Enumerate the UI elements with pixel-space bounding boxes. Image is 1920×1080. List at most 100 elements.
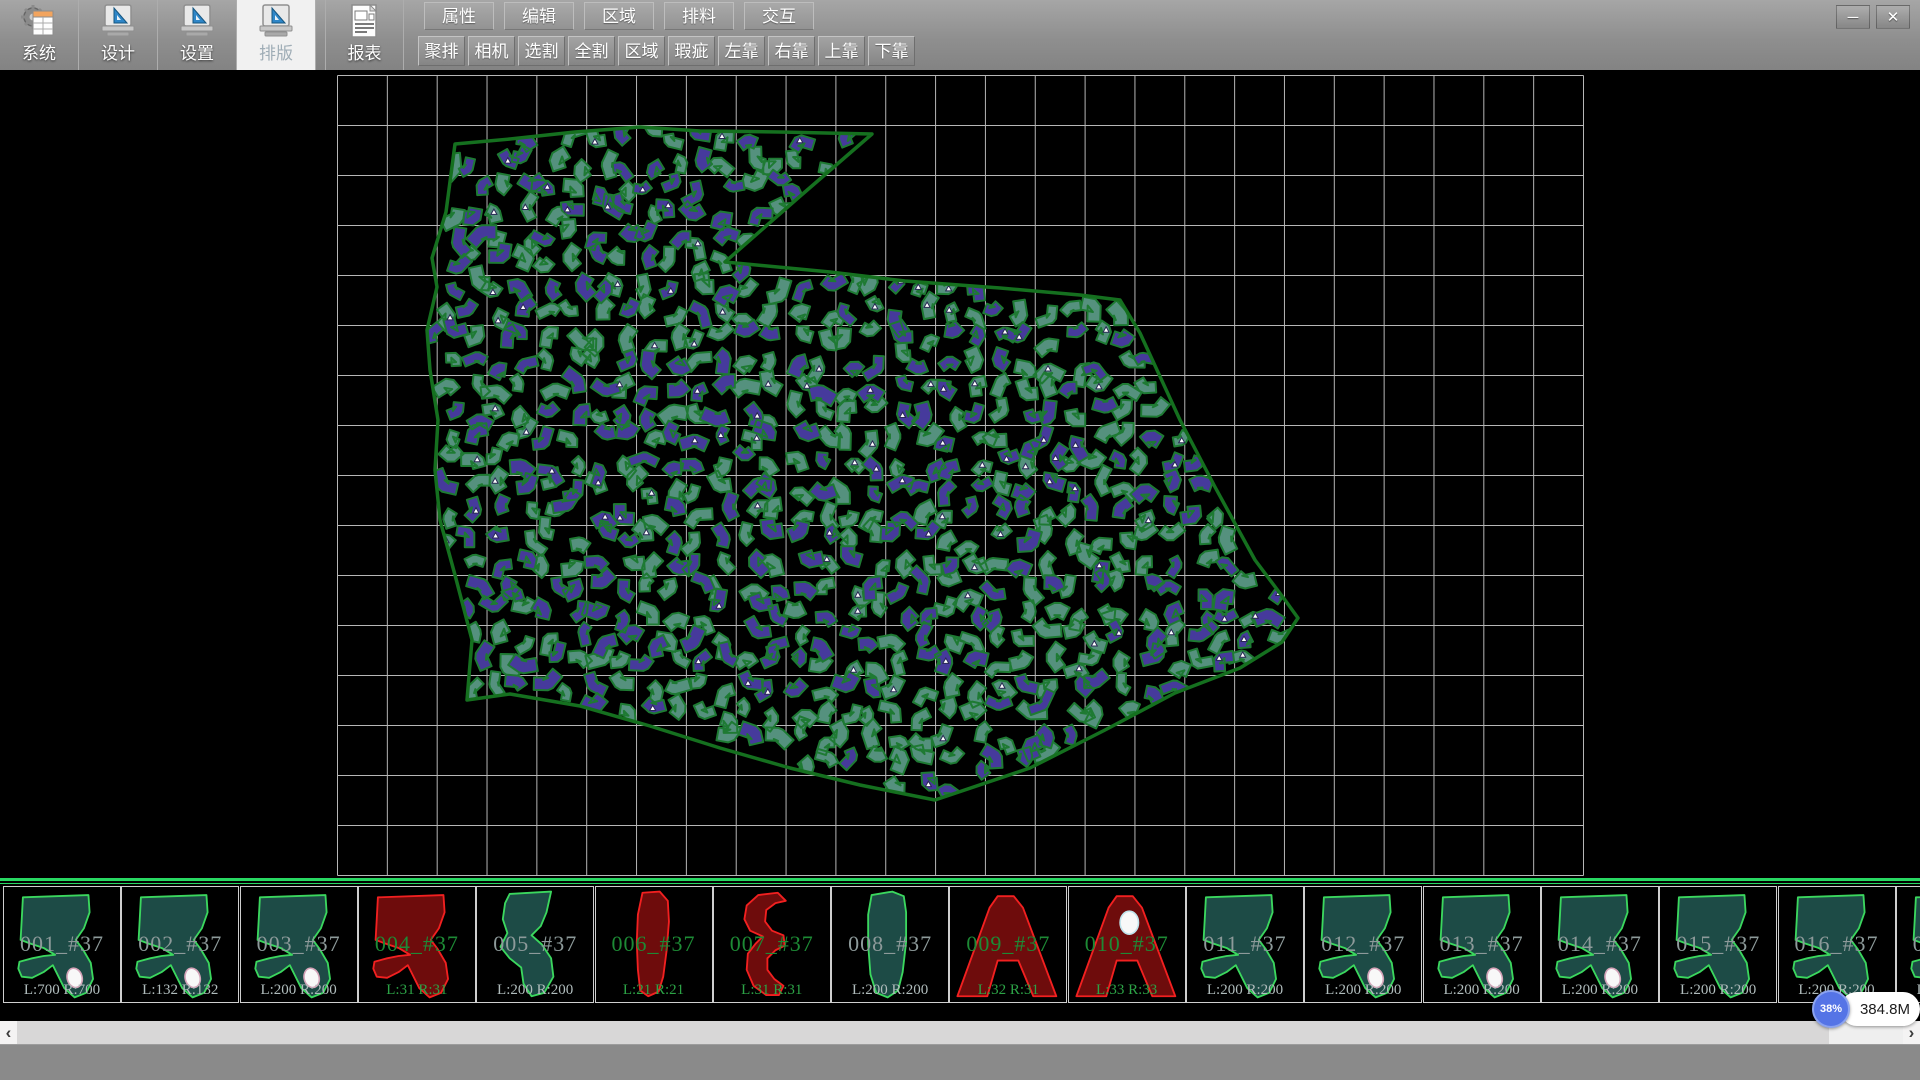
tab-nesting[interactable]: 排版 (237, 0, 316, 70)
progress-percent: 38% (1820, 1003, 1842, 1015)
menu-item[interactable]: 交互 (744, 2, 814, 30)
tab-report[interactable]: 报表 (325, 0, 404, 70)
piece-thumbnail[interactable]: 016_#37L:200 R:200 (1778, 886, 1896, 1003)
piece-lr-label: L:200 R:200 (1187, 982, 1303, 999)
tool-button[interactable]: 区域 (618, 36, 665, 66)
memory-pill: 384.8M (1840, 992, 1920, 1026)
strip-top-line-2 (0, 883, 1920, 884)
piece-thumbnail[interactable]: 015_#37 L:200 R:200 (1659, 886, 1777, 1003)
piece-label: 008_#37 (832, 931, 948, 957)
tool-button[interactable]: 全割 (568, 36, 615, 66)
memory-label: 384.8M (1860, 1001, 1910, 1018)
piece-label: 001_#37 (4, 931, 120, 957)
main-tabs: 系统 设计 设置 排版 报表 (0, 0, 404, 70)
horizontal-scrollbar[interactable]: ‹ › (0, 1021, 1920, 1044)
piece-lr-label: L:200 R:200 (1660, 982, 1776, 999)
piece-label: 010_#37 (1069, 931, 1185, 957)
piece-label: 012_#37 (1305, 931, 1421, 957)
piece-lr-label: L:200 R:200 (1424, 982, 1540, 999)
tab-label: 排版 (259, 42, 293, 66)
menu-bar: 属性编辑区域排料交互 (424, 2, 824, 31)
piece-thumbnail[interactable]: 014_#37 L:200 R:200 (1541, 886, 1659, 1003)
piece-thumbnail[interactable]: 013_#37 L:200 R:200 (1423, 886, 1541, 1003)
progress-circle: 38% (1812, 990, 1850, 1028)
piece-thumbnail[interactable]: 009_#37 L:32 R:31 (949, 886, 1067, 1003)
piece-lr-label: L:32 R:31 (950, 982, 1066, 999)
status-bar (0, 1044, 1920, 1080)
toolbar: 系统 设计 设置 排版 报表 属性编辑区域排料交互 聚排相机选割全割区域瑕疵左靠… (0, 0, 1920, 71)
piece-lr-label: L:200 R:200 (832, 982, 948, 999)
menu-item[interactable]: 排料 (664, 2, 734, 30)
piece-thumbnail[interactable]: 003_#37 L:200 R:200 (240, 886, 358, 1003)
nesting-canvas[interactable] (0, 70, 1920, 878)
nesting-canvas-svg (0, 70, 1920, 878)
piece-thumbnail[interactable]: 005_#37L:200 R:200 (476, 886, 594, 1003)
design-icon (98, 2, 138, 42)
scrollbar-thumb[interactable] (17, 1021, 1829, 1044)
nesting-icon (256, 2, 296, 42)
tool-button[interactable]: 下靠 (868, 36, 915, 66)
piece-lr-label: L:200 R:200 (1305, 982, 1421, 999)
tab-system[interactable]: 系统 (0, 0, 79, 70)
tab-label: 设计 (101, 42, 135, 66)
piece-thumbnail[interactable]: 007_#37 L:31 R:31 (713, 886, 831, 1003)
piece-thumbnail[interactable]: 008_#37 L:200 R:200 (831, 886, 949, 1003)
piece-thumbnail[interactable]: 011_#37L:200 R:200 (1186, 886, 1304, 1003)
tool-button[interactable]: 聚排 (418, 36, 465, 66)
piece-lr-label: L:33 R:33 (1069, 982, 1185, 999)
piece-label: 009_#37 (950, 931, 1066, 957)
tool-button[interactable]: 相机 (468, 36, 515, 66)
tool-button[interactable]: 左靠 (718, 36, 765, 66)
piece-thumbnail[interactable]: 012_#37 L:200 R:200 (1304, 886, 1422, 1003)
tool-button[interactable]: 瑕疵 (668, 36, 715, 66)
piece-lr-label: L:200 R:200 (1542, 982, 1658, 999)
piece-label: 007_#37 (714, 931, 830, 957)
tab-design[interactable]: 设计 (79, 0, 158, 70)
tab-label: 报表 (348, 42, 382, 66)
report-icon (345, 2, 385, 42)
system-icon (19, 2, 59, 42)
menu-item[interactable]: 区域 (584, 2, 654, 30)
piece-lr-label: L:200 R:200 (241, 982, 357, 999)
minimize-button[interactable]: ─ (1836, 5, 1870, 29)
tool-button[interactable]: 选割 (518, 36, 565, 66)
tab-label: 设置 (180, 42, 214, 66)
piece-lr-label: L:31 R:31 (359, 982, 475, 999)
tab-label: 系统 (22, 42, 56, 66)
progress-indicator: 384.8M 38% (1812, 990, 1920, 1030)
piece-lr-label: L:21 R:21 (596, 982, 712, 999)
tool-buttons: 聚排相机选割全割区域瑕疵左靠右靠上靠下靠 (418, 36, 918, 67)
piece-label: 005_#37 (477, 931, 593, 957)
piece-thumbnail[interactable]: 002_#37 L:132 R:132 (121, 886, 239, 1003)
app-window: 系统 设计 设置 排版 报表 属性编辑区域排料交互 聚排相机选割全割区域瑕疵左靠… (0, 0, 1920, 1080)
tab-setup[interactable]: 设置 (158, 0, 237, 70)
scrollbar-track[interactable] (17, 1021, 1903, 1044)
pieces-strip: 001_#37L:700 R:700002_#37L:132 R:132003_… (0, 878, 1920, 1021)
piece-thumbnail[interactable]: 004_#37 L:31 R:31 (358, 886, 476, 1003)
piece-label: 014_#37 (1542, 931, 1658, 957)
piece-label: 006_#37 (596, 931, 712, 957)
piece-label: 017_#37 (1897, 931, 1920, 957)
scroll-left-arrow[interactable]: ‹ (0, 1021, 17, 1044)
piece-label: 013_#37 (1424, 931, 1540, 957)
piece-label: 003_#37 (241, 931, 357, 957)
tool-button[interactable]: 上靠 (818, 36, 865, 66)
piece-label: 015_#37 (1660, 931, 1776, 957)
menu-item[interactable]: 属性 (424, 2, 494, 30)
piece-label: 002_#37 (122, 931, 238, 957)
piece-label: 004_#37 (359, 931, 475, 957)
piece-lr-label: L:700 R:700 (4, 982, 120, 999)
piece-lr-label: L:132 R:132 (122, 982, 238, 999)
strip-top-line (0, 878, 1920, 881)
menu-item[interactable]: 编辑 (504, 2, 574, 30)
piece-thumbnail[interactable]: 006_#37 L:21 R:21 (595, 886, 713, 1003)
settings-icon (177, 2, 217, 42)
close-button[interactable]: ✕ (1876, 5, 1910, 29)
tool-button[interactable]: 右靠 (768, 36, 815, 66)
piece-thumbnail[interactable]: 017_#37L:200 R:200 (1896, 886, 1920, 1003)
window-controls: ─ ✕ (1836, 5, 1910, 29)
piece-thumbnail[interactable]: 001_#37 L:700 R:700 (3, 886, 121, 1003)
piece-label: 016_#37 (1779, 931, 1895, 957)
piece-lr-label: L:31 R:31 (714, 982, 830, 999)
piece-thumbnail[interactable]: 010_#37 L:33 R:33 (1068, 886, 1186, 1003)
